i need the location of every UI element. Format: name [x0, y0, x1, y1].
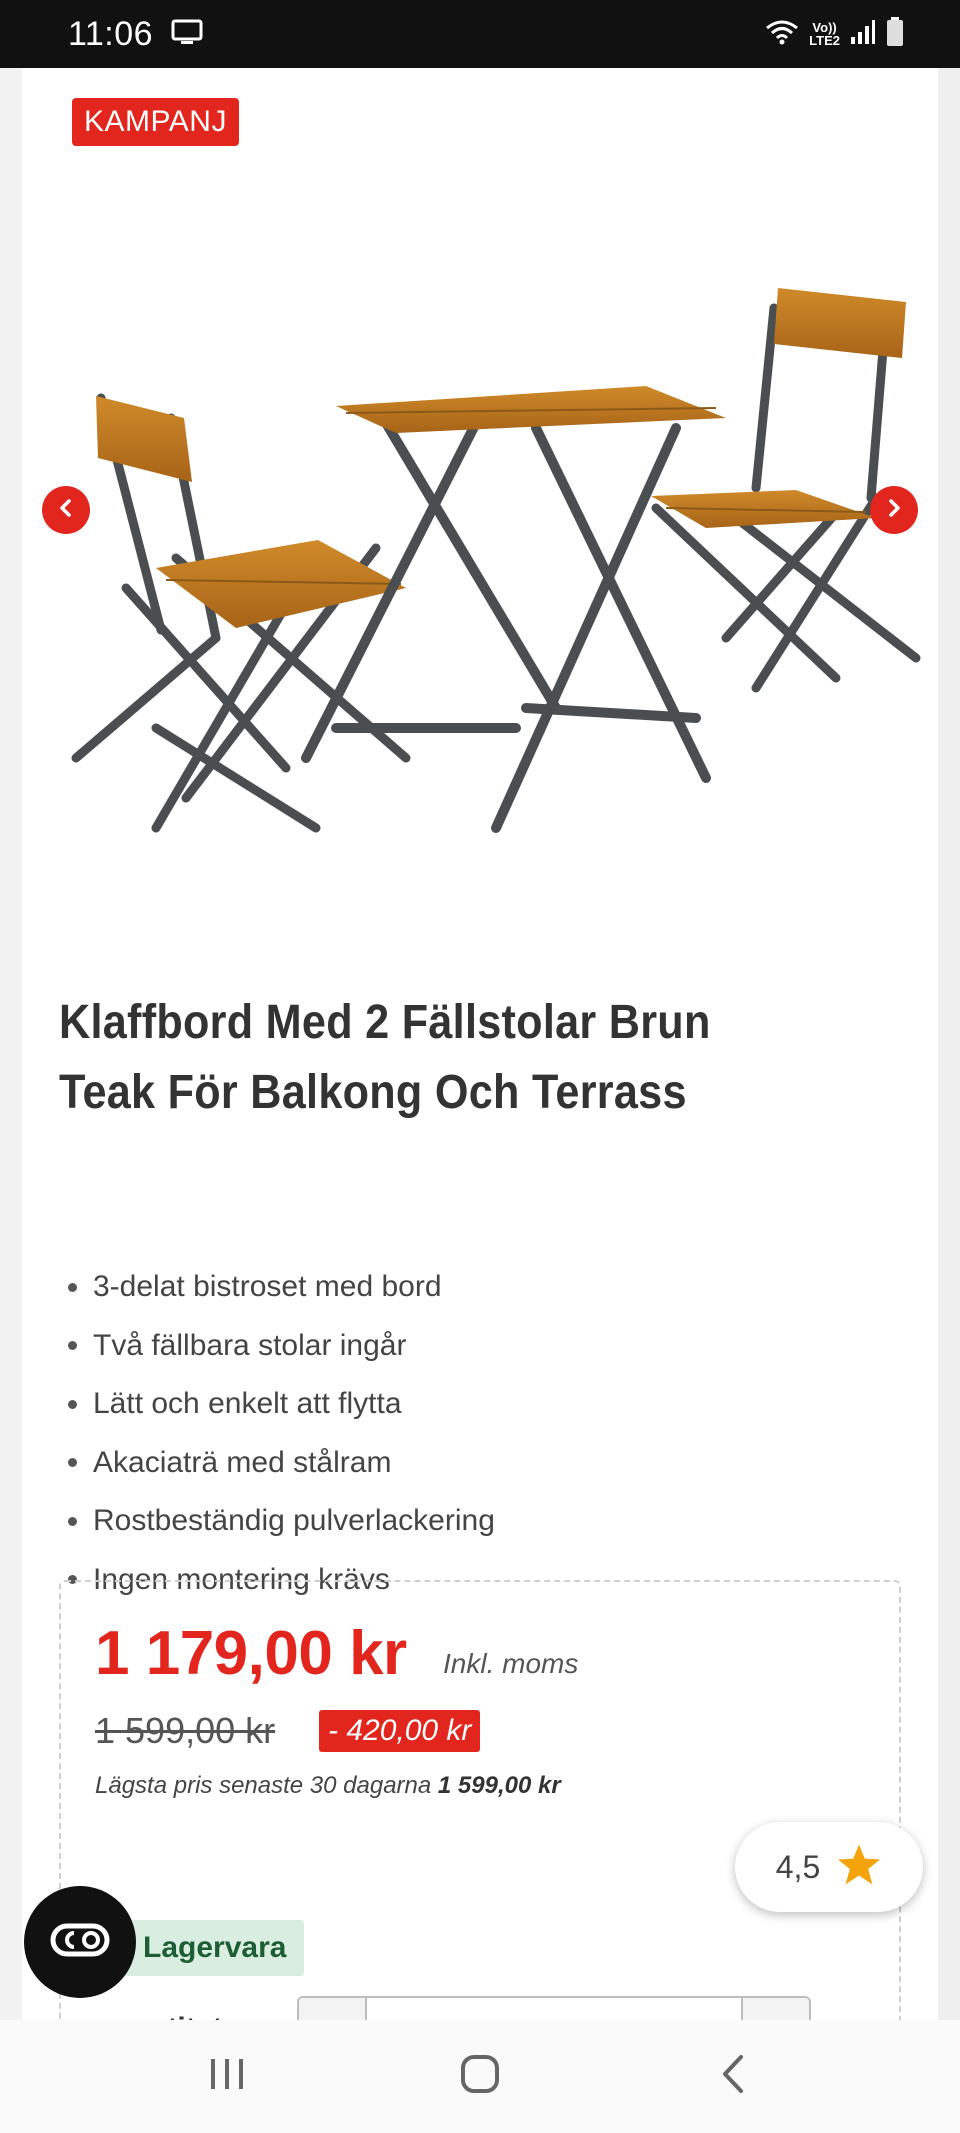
bullet [68, 1282, 77, 1292]
quantity-decrease-button[interactable]: − [299, 1998, 367, 2020]
network-bottom: LTE2 [809, 33, 840, 48]
back-icon [719, 2054, 747, 2099]
recent-apps-button[interactable] [187, 2037, 267, 2117]
feature-text: 3-delat bistroset med bord [93, 1270, 442, 1303]
status-bar: 11:06 Vo)) LTE2 [0, 0, 960, 68]
wifi-icon [765, 18, 799, 51]
chat-button[interactable] [24, 1886, 136, 1998]
quantity-label: ntitet [149, 2012, 222, 2020]
feature-text: Akaciaträ med stålram [93, 1445, 392, 1479]
list-item: Rostbeständig pulverlackering [62, 1492, 495, 1551]
stock-label: Lagervara [143, 1931, 287, 1964]
bullet [68, 1341, 77, 1351]
feature-text: Lätt och enkelt att flytta [93, 1387, 402, 1420]
list-item: Två fällbara stolar ingår [62, 1317, 495, 1376]
home-button[interactable] [440, 2037, 520, 2117]
page-gutter-left [0, 68, 22, 2020]
feature-list: 3-delat bistroset med bord Två fällbara … [62, 1258, 495, 1609]
system-nav-bar [0, 2020, 960, 2133]
lowest-price-note: Lägsta pris senaste 30 dagarna 1 599,00 … [95, 1772, 561, 1800]
network-indicator: Vo)) LTE2 [809, 21, 840, 47]
vat-note: Inkl. moms [443, 1648, 579, 1679]
old-price: 1 599,00 kr [95, 1710, 276, 1751]
status-left: 11:06 [68, 15, 203, 54]
list-item: Akaciaträ med stålram [62, 1434, 495, 1493]
chevron-left-icon [56, 498, 76, 523]
recent-apps-icon [207, 2057, 247, 2096]
status-time: 11:06 [68, 14, 154, 53]
quantity-input[interactable]: 1 [367, 1998, 741, 2020]
feature-text: Två fällbara stolar ingår [93, 1328, 407, 1362]
price-box: 1 179,00 kr Inkl. moms 1 599,00 kr - 420… [59, 1580, 901, 2020]
page-gutter-right [938, 68, 960, 2020]
quantity-stepper[interactable]: − 1 + [297, 1996, 811, 2020]
quantity-increase-button[interactable]: + [741, 1998, 809, 2020]
screen-cast-icon [171, 19, 203, 50]
lowest-price-label: Lägsta pris senaste 30 dagarna [95, 1772, 432, 1799]
home-icon [460, 2054, 500, 2099]
product-card: KAMPANJ Klaffbord Med 2 Fällstolar Brun … [22, 68, 938, 2020]
campaign-badge: KAMPANJ [72, 98, 239, 146]
carousel-prev-button[interactable] [42, 486, 90, 534]
discount-badge: - 420,00 kr [319, 1710, 481, 1752]
lowest-price-value: 1 599,00 kr [437, 1772, 561, 1799]
battery-icon [886, 16, 904, 52]
star-icon [836, 1843, 882, 1892]
rating-value: 4,5 [775, 1848, 821, 1885]
rating-widget[interactable]: 4,5 [735, 1822, 923, 1912]
chevron-right-icon [884, 498, 904, 523]
back-button[interactable] [693, 2037, 773, 2117]
chat-bubble-icon [50, 1923, 110, 1962]
list-item: 3-delat bistroset med bord [62, 1258, 495, 1317]
bullet [68, 1516, 77, 1526]
product-title: Klaffbord Med 2 Fällstolar Brun Teak För… [59, 996, 711, 1119]
carousel-next-button[interactable] [870, 486, 918, 534]
bullet [68, 1458, 77, 1468]
status-right: Vo)) LTE2 [765, 16, 904, 52]
current-price: 1 179,00 kr [95, 1619, 407, 1688]
list-item: Lätt och enkelt att flytta [62, 1375, 495, 1434]
feature-text: Rostbeständig pulverlackering [93, 1504, 495, 1537]
signal-icon [850, 19, 876, 50]
bullet [68, 1399, 77, 1409]
product-image[interactable] [56, 258, 926, 918]
